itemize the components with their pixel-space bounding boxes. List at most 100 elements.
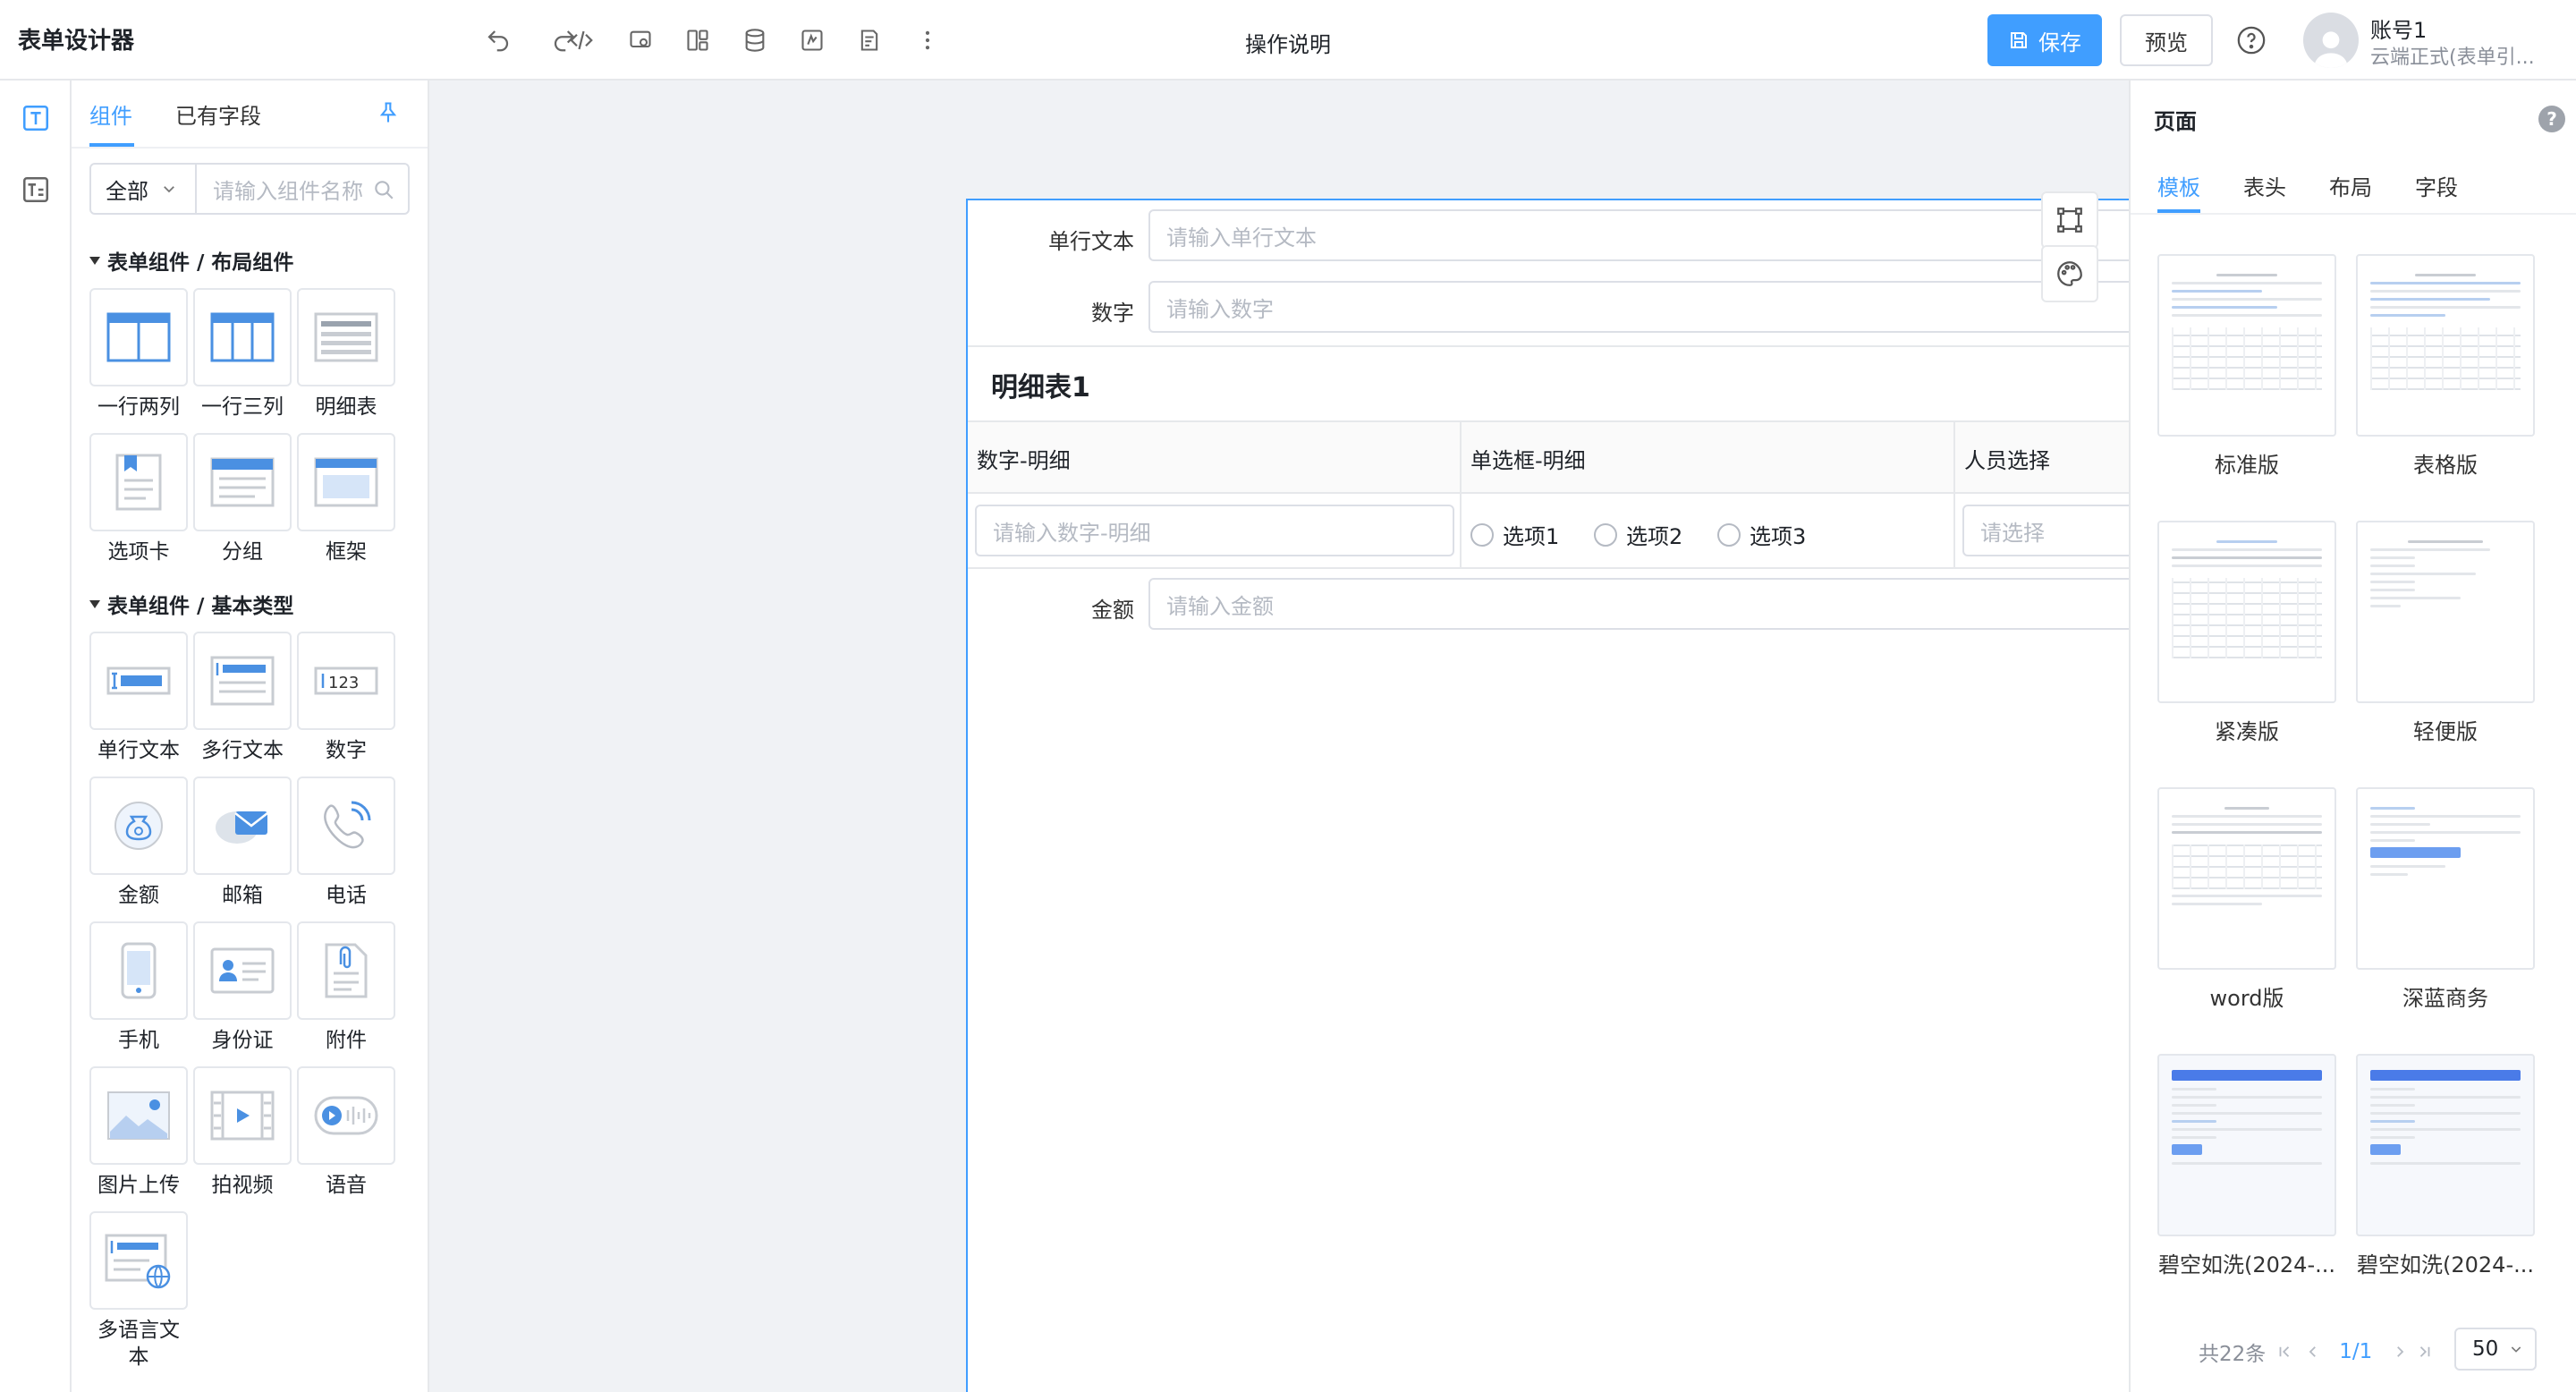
template-thumbnail [2157,254,2336,437]
phone-icon [324,801,371,849]
comp-single-line-text[interactable]: 单行文本 [89,632,188,766]
tab-fields[interactable]: 字段 [2415,170,2458,201]
formula-icon[interactable] [795,23,829,57]
comp-email[interactable]: 邮箱 [193,777,292,911]
tab-layout[interactable]: 布局 [2329,170,2372,201]
help-instructions-link[interactable]: 操作说明 [1199,27,1377,58]
comp-label: 框架 [326,540,367,564]
code-icon[interactable] [564,23,598,57]
save-button[interactable]: 保存 [1987,14,2102,66]
template-light[interactable]: 轻便版 [2356,521,2535,745]
field-label: 单行文本 [1048,229,1134,254]
form-settings-icon[interactable] [623,23,657,57]
component-search-input[interactable]: 请输入组件名称 [195,163,410,215]
group-layout-components[interactable]: 表单组件 / 布局组件 [89,245,293,276]
pin-icon[interactable] [376,100,402,127]
field-label: 金额 [1091,598,1134,623]
template-compact[interactable]: 紧凑版 [2157,521,2336,745]
radio-option[interactable]: 选项1 [1470,519,1559,550]
template-standard[interactable]: 标准版 [2157,254,2336,479]
comp-label: 多行文本 [201,739,284,762]
comp-label: 明细表 [315,395,377,419]
page-size-value: 50 [2472,1337,2499,1361]
detail-table-icon [314,312,378,362]
comp-multilingual-text[interactable]: 多语言文本 [89,1211,188,1381]
rules-icon[interactable] [852,23,886,57]
data-source-icon[interactable] [738,23,772,57]
two-columns-icon [106,312,171,362]
layout-icon[interactable] [681,23,715,57]
template-thumbnail [2356,787,2535,970]
account-name[interactable]: 账号1 [2370,13,2427,44]
group-basic-types[interactable]: 表单组件 / 基本类型 [89,589,293,619]
comp-phone[interactable]: 电话 [297,777,395,911]
group-title: 表单组件 / 布局组件 [107,251,294,275]
components-rail-icon[interactable] [18,100,54,136]
comp-label: 选项卡 [107,540,170,564]
comp-two-columns[interactable]: 一行两列 [89,288,188,422]
multi-line-text-icon [210,656,275,706]
theme-style-tool[interactable] [2041,245,2098,302]
canvas-size-tool[interactable] [2041,191,2098,249]
resize-frame-icon [2057,208,2082,233]
image-upload-icon [107,1091,170,1140]
comp-amount[interactable]: 金额 [89,777,188,911]
detail-number-input[interactable]: 请输入数字-明细 [975,505,1454,556]
comp-video[interactable]: 拍视频 [193,1066,292,1201]
comp-number[interactable]: 123 数字 [297,632,395,766]
chevron-down-icon [2512,1346,2521,1353]
template-deep-blue[interactable]: 深蓝商务 [2356,787,2535,1012]
comp-group[interactable]: 分组 [193,433,292,567]
prev-page-icon[interactable] [2305,1344,2321,1360]
comp-label: 金额 [118,884,159,907]
comp-three-columns[interactable]: 一行三列 [193,288,292,422]
template-label: 标准版 [2215,453,2279,478]
more-icon[interactable] [911,23,945,57]
tab-components[interactable]: 组件 [89,98,132,130]
person-select-placeholder: 请选择 [1980,520,2045,546]
template-thumbnail [2356,1054,2535,1236]
radio-option[interactable]: 选项2 [1594,519,1682,550]
comp-mobile[interactable]: 手机 [89,921,188,1056]
preview-button[interactable]: 预览 [2120,14,2213,66]
comp-attachment[interactable]: 附件 [297,921,395,1056]
template-thumbnail [2356,254,2535,437]
undo-icon[interactable] [481,23,515,57]
template-clear-sky-1[interactable]: 碧空如洗(2024-... [2157,1054,2336,1278]
comp-image-upload[interactable]: 图片上传 [89,1066,188,1201]
help-icon[interactable]: ? [2538,106,2565,132]
comp-label: 邮箱 [222,884,263,907]
tab-existing-fields[interactable]: 已有字段 [175,98,261,130]
search-icon [372,178,395,201]
comp-frame[interactable]: 框架 [297,433,395,567]
last-page-icon[interactable] [2417,1344,2433,1360]
collapse-triangle-icon [89,256,100,265]
text-format-rail-icon[interactable] [18,172,54,208]
template-label: 表格版 [2413,453,2478,478]
tab-template[interactable]: 模板 [2157,170,2200,201]
first-page-icon[interactable] [2276,1344,2292,1360]
radio-circle-icon [1594,522,1617,547]
template-clear-sky-2[interactable]: 碧空如洗(2024-... [2356,1054,2535,1278]
template-label: 碧空如洗(2024-... [2357,1252,2534,1277]
comp-multi-line-text[interactable]: 多行文本 [193,632,292,766]
template-table[interactable]: 表格版 [2356,254,2535,479]
comp-voice[interactable]: 语音 [297,1066,395,1201]
page-size-select[interactable]: 50 [2454,1328,2537,1371]
component-filter-select[interactable]: 全部 [89,163,197,215]
comp-detail-table[interactable]: 明细表 [297,288,395,422]
template-word[interactable]: word版 [2157,787,2336,1012]
radio-label: 选项3 [1750,524,1807,549]
template-label: 紧凑版 [2215,719,2279,744]
voice-icon [314,1096,378,1135]
app-root: 表单设计器 操作说明 保存 预览 账号1 云端正式(表单引... 组件 已有字段… [0,0,2576,1392]
radio-option[interactable]: 选项3 [1717,519,1806,550]
id-card-icon [210,947,275,994]
avatar[interactable] [2303,13,2359,68]
template-label: 轻便版 [2413,719,2478,744]
comp-id-card[interactable]: 身份证 [193,921,292,1056]
help-icon[interactable] [2236,25,2267,55]
tab-header[interactable]: 表头 [2243,170,2286,201]
next-page-icon[interactable] [2392,1344,2408,1360]
comp-tabs[interactable]: 选项卡 [89,433,188,567]
